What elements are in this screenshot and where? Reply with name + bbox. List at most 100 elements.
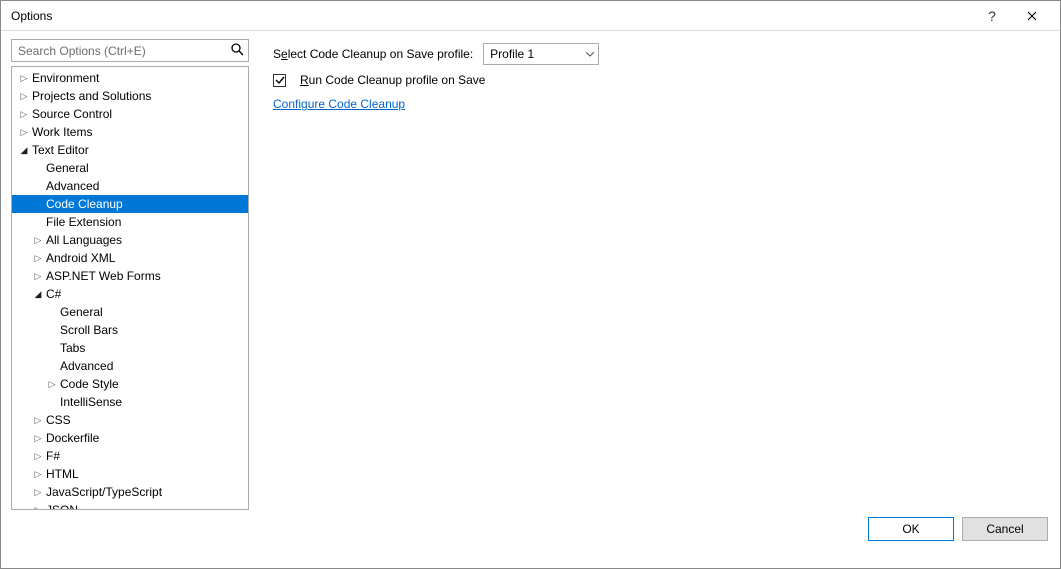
tree-node[interactable]: ▷JSON	[12, 501, 248, 510]
chevron-right-icon[interactable]: ▷	[32, 505, 44, 511]
tree-node[interactable]: Advanced	[12, 357, 248, 375]
tree-node-label: Text Editor	[30, 143, 89, 157]
tree-node-label: IntelliSense	[58, 395, 122, 409]
window-title: Options	[11, 9, 972, 23]
tree-node-label: Code Cleanup	[44, 197, 123, 211]
dialog-footer: OK Cancel	[1, 510, 1060, 560]
tree-node[interactable]: ▷Work Items	[12, 123, 248, 141]
chevron-right-icon[interactable]: ▷	[46, 379, 58, 390]
tree-node-label: Work Items	[30, 125, 92, 139]
chevron-down-icon[interactable]: ◢	[32, 289, 44, 300]
run-cleanup-checkbox[interactable]	[273, 74, 286, 87]
tree-node[interactable]: ▷HTML	[12, 465, 248, 483]
tree-node[interactable]: File Extension	[12, 213, 248, 231]
tree-node[interactable]: ▷Dockerfile	[12, 429, 248, 447]
options-tree[interactable]: ▷Environment▷Projects and Solutions▷Sour…	[11, 66, 249, 510]
tree-node-label: File Extension	[44, 215, 121, 229]
content-area: ▷Environment▷Projects and Solutions▷Sour…	[1, 31, 1060, 510]
tree-node[interactable]: Scroll Bars	[12, 321, 248, 339]
tree-node[interactable]: ▷Source Control	[12, 105, 248, 123]
tree-node-label: General	[44, 161, 89, 175]
tree-indent	[32, 163, 44, 173]
tree-node[interactable]: ▷ASP.NET Web Forms	[12, 267, 248, 285]
tree-node[interactable]: ◢Text Editor	[12, 141, 248, 159]
tree-indent	[46, 325, 58, 335]
tree-node-label: HTML	[44, 467, 79, 481]
chevron-right-icon[interactable]: ▷	[18, 109, 30, 120]
tree-node-label: Code Style	[58, 377, 119, 391]
link-row: Configure Code Cleanup	[273, 95, 1048, 113]
left-panel: ▷Environment▷Projects and Solutions▷Sour…	[11, 39, 249, 510]
chevron-right-icon[interactable]: ▷	[32, 415, 44, 426]
tree-node[interactable]: ▷F#	[12, 447, 248, 465]
tree-node[interactable]: ▷All Languages	[12, 231, 248, 249]
close-icon	[1027, 11, 1037, 21]
tree-indent	[32, 217, 44, 227]
tree-indent	[46, 397, 58, 407]
chevron-right-icon[interactable]: ▷	[18, 91, 30, 102]
tree-node-label: C#	[44, 287, 61, 301]
tree-node-label: F#	[44, 449, 60, 463]
profile-select[interactable]: Profile 1	[483, 43, 599, 65]
tree-node-label: CSS	[44, 413, 71, 427]
tree-node-label: General	[58, 305, 103, 319]
checkbox-row: Run Code Cleanup profile on Save	[273, 71, 1048, 89]
tree-node[interactable]: General	[12, 303, 248, 321]
chevron-right-icon[interactable]: ▷	[18, 73, 30, 84]
chevron-right-icon[interactable]: ▷	[32, 271, 44, 282]
tree-node-label: Source Control	[30, 107, 112, 121]
tree-node[interactable]: ▷CSS	[12, 411, 248, 429]
tree-node[interactable]: ▷JavaScript/TypeScript	[12, 483, 248, 501]
tree-node[interactable]: Tabs	[12, 339, 248, 357]
profile-select-value: Profile 1	[490, 47, 534, 61]
close-button[interactable]	[1012, 1, 1052, 31]
tree-indent	[46, 343, 58, 353]
ok-button[interactable]: OK	[868, 517, 954, 541]
tree-node-label: Android XML	[44, 251, 115, 265]
configure-link[interactable]: Configure Code Cleanup	[273, 97, 405, 111]
titlebar: Options ?	[1, 1, 1060, 31]
profile-label: Select Code Cleanup on Save profile:	[273, 47, 473, 61]
tree-node-label: Projects and Solutions	[30, 89, 151, 103]
tree-node-label: Tabs	[58, 341, 85, 355]
profile-row: Select Code Cleanup on Save profile: Pro…	[273, 43, 1048, 65]
settings-panel: Select Code Cleanup on Save profile: Pro…	[273, 39, 1048, 510]
tree-node[interactable]: ▷Environment	[12, 69, 248, 87]
tree-node-label: Scroll Bars	[58, 323, 118, 337]
tree-node-label: Advanced	[44, 179, 99, 193]
chevron-right-icon[interactable]: ▷	[32, 235, 44, 246]
chevron-right-icon[interactable]: ▷	[32, 487, 44, 498]
tree-node-label: Environment	[30, 71, 99, 85]
chevron-right-icon[interactable]: ▷	[18, 127, 30, 138]
tree-node[interactable]: ▷Projects and Solutions	[12, 87, 248, 105]
tree-node-label: ASP.NET Web Forms	[44, 269, 161, 283]
help-button[interactable]: ?	[972, 1, 1012, 31]
tree-indent	[46, 307, 58, 317]
tree-node[interactable]: Advanced	[12, 177, 248, 195]
chevron-right-icon[interactable]: ▷	[32, 451, 44, 462]
chevron-right-icon[interactable]: ▷	[32, 433, 44, 444]
tree-node[interactable]: ◢C#	[12, 285, 248, 303]
tree-node-label: JavaScript/TypeScript	[44, 485, 162, 499]
chevron-right-icon[interactable]: ▷	[32, 253, 44, 264]
tree-node[interactable]: General	[12, 159, 248, 177]
cancel-button[interactable]: Cancel	[962, 517, 1048, 541]
check-icon	[275, 75, 285, 85]
tree-node[interactable]: Code Cleanup	[12, 195, 248, 213]
tree-indent	[46, 361, 58, 371]
tree-node[interactable]: ▷Code Style	[12, 375, 248, 393]
search-wrapper	[11, 39, 249, 62]
search-input[interactable]	[11, 39, 249, 62]
tree-indent	[32, 199, 44, 209]
tree-node-label: Advanced	[58, 359, 113, 373]
tree-node-label: Dockerfile	[44, 431, 99, 445]
chevron-right-icon[interactable]: ▷	[32, 469, 44, 480]
tree-node-label: JSON	[44, 503, 78, 510]
chevron-down-icon	[586, 49, 594, 59]
tree-node[interactable]: IntelliSense	[12, 393, 248, 411]
tree-node-label: All Languages	[44, 233, 122, 247]
tree-node[interactable]: ▷Android XML	[12, 249, 248, 267]
chevron-down-icon[interactable]: ◢	[18, 145, 30, 156]
tree-indent	[32, 181, 44, 191]
checkbox-label: Run Code Cleanup profile on Save	[300, 73, 485, 87]
